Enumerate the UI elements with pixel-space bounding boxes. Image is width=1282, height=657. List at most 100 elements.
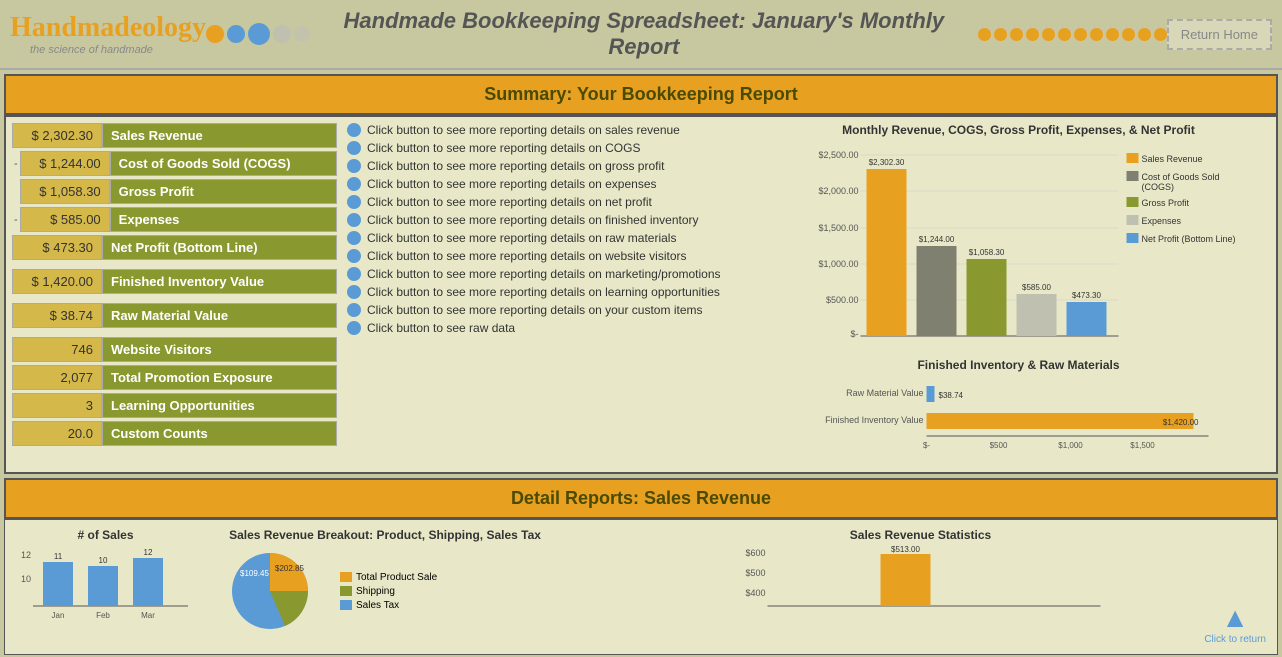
circle-btn-website[interactable] [347,249,361,263]
promotion-value: 2,077 [12,365,102,390]
svg-text:$38.74: $38.74 [939,391,964,400]
btn-label-expenses: Click button to see more reporting detai… [367,177,657,191]
svg-text:$2,000.00: $2,000.00 [818,186,858,196]
net-profit-label: Net Profit (Bottom Line) [102,235,337,260]
svg-text:Cost of Goods Sold: Cost of Goods Sold [1142,172,1220,182]
btn-label-gross: Click button to see more reporting detai… [367,159,664,173]
finished-inventory-label: Finished Inventory Value [102,269,337,294]
summary-layout: $ 2,302.30 Sales Revenue - $ 1,244.00 Co… [6,117,1276,472]
svg-text:$500: $500 [990,441,1008,450]
logo-ology: ology [142,12,206,43]
circle-btn-net[interactable] [347,195,361,209]
svg-text:Jan: Jan [52,611,65,620]
btn-label-finished: Click button to see more reporting detai… [367,213,699,227]
circle-btn-custom[interactable] [347,303,361,317]
btn-label-custom: Click button to see more reporting detai… [367,303,702,317]
btn-raw-mat[interactable]: Click button to see more reporting detai… [347,231,767,245]
svg-text:$473.30: $473.30 [1072,291,1101,300]
horiz-chart-svg: Raw Material Value Finished Inventory Va… [767,376,1270,461]
svg-text:Net Profit (Bottom Line): Net Profit (Bottom Line) [1142,234,1236,244]
circle-btn-finished[interactable] [347,213,361,227]
expenses-row: - $ 585.00 Expenses [12,207,337,232]
btn-raw-data[interactable]: Click button to see raw data [347,321,767,335]
detail-content: # of Sales 12 10 11 10 12 Jan Feb Mar [4,519,1278,655]
svg-text:$513.00: $513.00 [891,546,920,554]
svg-text:10: 10 [21,574,31,584]
header-dots-right [978,28,1167,41]
header-dots-left [206,23,310,45]
svg-text:(COGS): (COGS) [1142,182,1175,192]
click-return-label: Click to return [1204,634,1266,645]
pie-svg: $109.45 $202.85 [210,546,330,636]
expenses-value: $ 585.00 [20,207,110,232]
cogs-value: $ 1,244.00 [20,151,110,176]
svg-text:$2,500.00: $2,500.00 [818,150,858,160]
circle-btn-learning[interactable] [347,285,361,299]
svg-text:$1,420.00: $1,420.00 [1163,418,1199,427]
circle-btn-expenses[interactable] [347,177,361,191]
circle-btn-sales[interactable] [347,123,361,137]
btn-sales-revenue[interactable]: Click button to see more reporting detai… [347,123,767,137]
finished-inventory-row: $ 1,420.00 Finished Inventory Value [12,269,337,294]
raw-material-label: Raw Material Value [102,303,337,328]
btn-label-website: Click button to see more reporting detai… [367,249,686,263]
breakout-legend: Total Product Sale Shipping Sales Tax [340,572,437,611]
btn-label-cogs: Click button to see more reporting detai… [367,141,640,155]
return-arrow-icon: ▲ [1204,602,1266,634]
btn-finished-inv[interactable]: Click button to see more reporting detai… [347,213,767,227]
circle-btn-gross[interactable] [347,159,361,173]
btn-gross-profit[interactable]: Click button to see more reporting detai… [347,159,767,173]
svg-text:10: 10 [99,556,108,565]
finished-inventory-value: $ 1,420.00 [12,269,102,294]
svg-text:$1,000.00: $1,000.00 [818,259,858,269]
btn-label-learning: Click button to see more reporting detai… [367,285,720,299]
circle-btn-cogs[interactable] [347,141,361,155]
svg-text:$400: $400 [745,588,765,598]
sales-count-svg: 12 10 11 10 12 Jan Feb Mar [13,546,198,641]
website-visitors-row: 746 Website Visitors [12,337,337,362]
return-home-button[interactable]: Return Home [1167,19,1272,50]
learning-value: 3 [12,393,102,418]
logo: Handmadeology [10,12,206,44]
right-chart-area: Monthly Revenue, COGS, Gross Profit, Exp… [767,123,1270,466]
svg-text:$2,302.30: $2,302.30 [869,158,905,167]
btn-website[interactable]: Click button to see more reporting detai… [347,249,767,263]
sales-revenue-value: $ 2,302.30 [12,123,102,148]
circle-btn-rawdata[interactable] [347,321,361,335]
btn-expenses[interactable]: Click button to see more reporting detai… [347,177,767,191]
svg-text:$1,058.30: $1,058.30 [969,248,1005,257]
btn-net-profit[interactable]: Click button to see more reporting detai… [347,195,767,209]
svg-text:Raw Material Value: Raw Material Value [846,388,923,398]
logo-handmade: Handmade [10,12,142,43]
btn-cogs[interactable]: Click button to see more reporting detai… [347,141,767,155]
summary-content: $ 2,302.30 Sales Revenue - $ 1,244.00 Co… [4,115,1278,474]
promotion-row: 2,077 Total Promotion Exposure [12,365,337,390]
btn-learning[interactable]: Click button to see more reporting detai… [347,285,767,299]
svg-text:Feb: Feb [96,611,110,620]
svg-text:$1,500: $1,500 [1130,441,1155,450]
custom-counts-row: 20.0 Custom Counts [12,421,337,446]
breakout-chart: $109.45 $202.85 Total Product Sale Shipp… [210,546,560,636]
button-list: Click button to see more reporting detai… [347,123,767,335]
svg-text:$202.85: $202.85 [275,564,304,573]
click-return-button[interactable]: ▲ Click to return [1204,602,1266,645]
btn-label-net: Click button to see more reporting detai… [367,195,652,209]
website-visitors-label: Website Visitors [102,337,337,362]
btn-custom[interactable]: Click button to see more reporting detai… [347,303,767,317]
stats-svg: $600 $500 $400 $513.00 [572,546,1269,636]
sales-count-title: # of Sales [13,528,198,542]
custom-counts-value: 20.0 [12,421,102,446]
svg-text:Finished Inventory Value: Finished Inventory Value [825,415,923,425]
btn-marketing[interactable]: Click button to see more reporting detai… [347,267,767,281]
cogs-label: Cost of Goods Sold (COGS) [110,151,337,176]
svg-text:$1,244.00: $1,244.00 [919,235,955,244]
svg-text:$500.00: $500.00 [826,295,859,305]
circle-btn-marketing[interactable] [347,267,361,281]
circle-btn-raw[interactable] [347,231,361,245]
breakout-area: Sales Revenue Breakout: Product, Shippin… [210,528,560,646]
gross-profit-value: $ 1,058.30 [20,179,110,204]
learning-label: Learning Opportunities [102,393,337,418]
btn-label-sales: Click button to see more reporting detai… [367,123,680,137]
svg-text:$1,500.00: $1,500.00 [818,223,858,233]
stats-area: Sales Revenue Statistics $600 $500 $400 … [572,528,1269,646]
